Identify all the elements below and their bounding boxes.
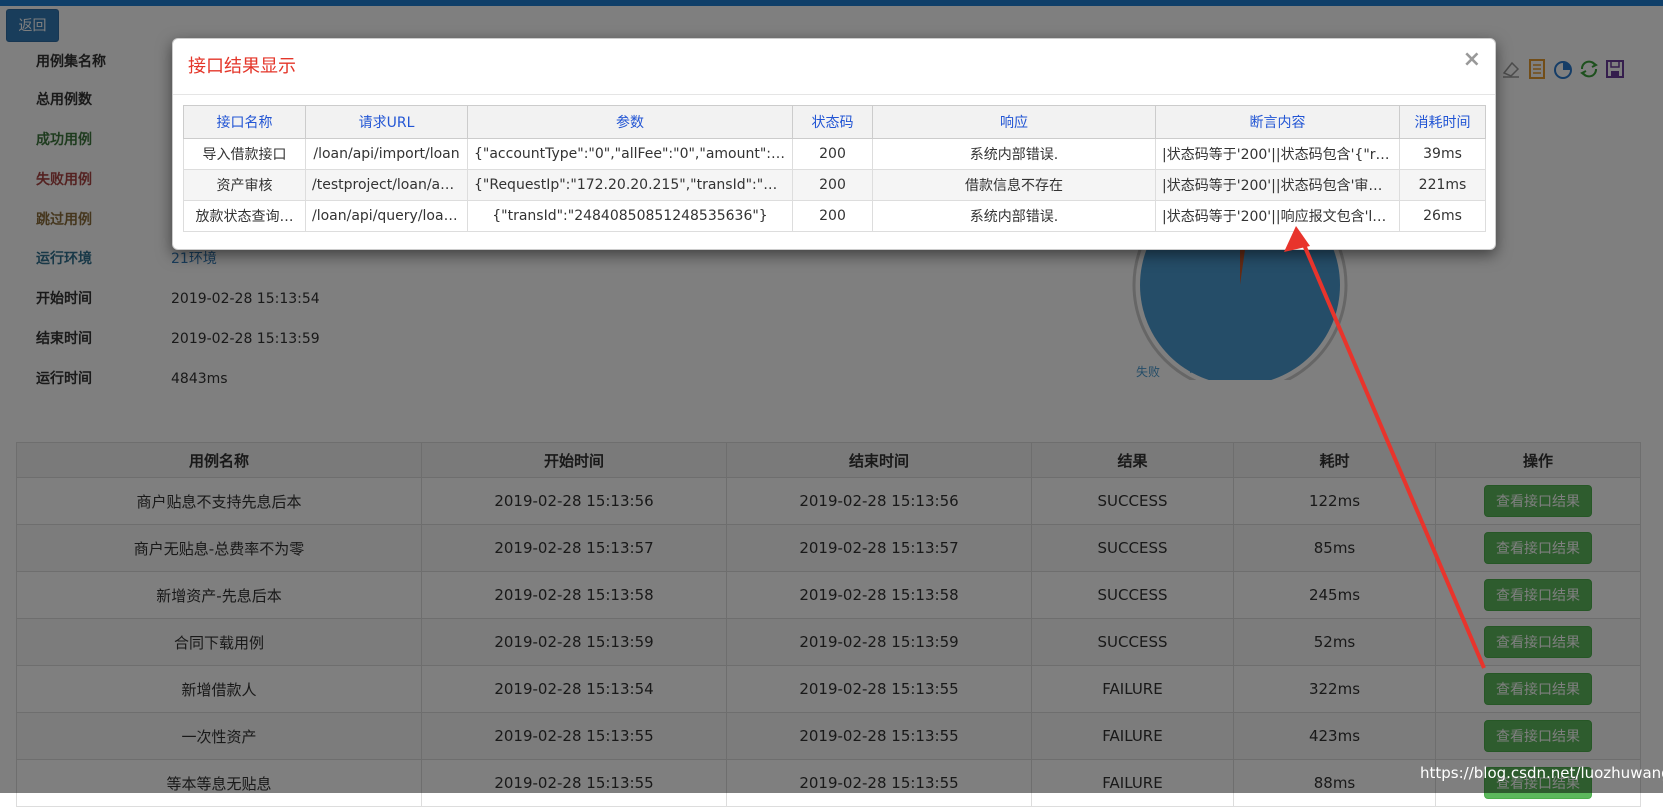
column-header: 请求URL — [305, 105, 468, 139]
modal-divider — [173, 94, 1495, 95]
modal-title: 接口结果显示 — [188, 56, 296, 77]
column-header: 消耗时间 — [1399, 105, 1486, 139]
params-cell: {"transId":"24840850851248535636"} — [467, 200, 793, 232]
request-url-cell: /loan/api/import/loan — [305, 138, 468, 170]
api-name-cell: 导入借款接口 — [183, 138, 306, 170]
response-cell: 借款信息不存在 — [872, 169, 1156, 201]
table-row: 资产审核 /testproject/loan/aud… {"RequestIp"… — [183, 169, 1486, 201]
params-cell: {"RequestIp":"172.20.20.215","transId":"… — [467, 169, 793, 201]
api-name-cell: 放款状态查询… — [183, 200, 306, 232]
assert-cell: |状态码等于'200'||状态码包含'审… — [1155, 169, 1400, 201]
params-cell: {"accountType":"0","allFee":"0","amount"… — [467, 138, 793, 170]
time-cell: 221ms — [1399, 169, 1486, 201]
close-icon[interactable]: × — [1463, 49, 1481, 71]
column-header: 状态码 — [792, 105, 873, 139]
api-result-modal: 接口结果显示 × 接口名称 请求URL 参数 状态码 响应 断言内容 消耗时间 … — [172, 38, 1496, 250]
status-code-cell: 200 — [792, 169, 873, 201]
time-cell: 39ms — [1399, 138, 1486, 170]
watermark: https://blog.csdn.net/luozhuwang — [1420, 764, 1663, 782]
response-cell: 系统内部错误. — [872, 138, 1156, 170]
status-code-cell: 200 — [792, 200, 873, 232]
table-row: 放款状态查询… /loan/api/query/loan… {"transId"… — [183, 200, 1486, 232]
column-header: 接口名称 — [183, 105, 306, 139]
column-header: 断言内容 — [1155, 105, 1400, 139]
assert-cell: |状态码等于'200'||状态码包含'{"r… — [1155, 138, 1400, 170]
table-header-row: 接口名称 请求URL 参数 状态码 响应 断言内容 消耗时间 — [183, 105, 1486, 139]
request-url-cell: /loan/api/query/loan… — [305, 200, 468, 232]
assert-cell: |状态码等于'200'||响应报文包含'l… — [1155, 200, 1400, 232]
table-row: 导入借款接口 /loan/api/import/loan {"accountTy… — [183, 138, 1486, 170]
column-header: 参数 — [467, 105, 793, 139]
response-cell: 系统内部错误. — [872, 200, 1156, 232]
request-url-cell: /testproject/loan/aud… — [305, 169, 468, 201]
column-header: 响应 — [872, 105, 1156, 139]
api-result-table: 接口名称 请求URL 参数 状态码 响应 断言内容 消耗时间 导入借款接口 /l… — [183, 105, 1486, 232]
api-name-cell: 资产审核 — [183, 169, 306, 201]
status-code-cell: 200 — [792, 138, 873, 170]
time-cell: 26ms — [1399, 200, 1486, 232]
